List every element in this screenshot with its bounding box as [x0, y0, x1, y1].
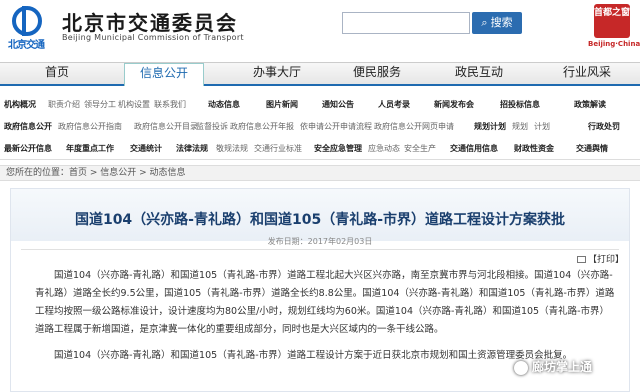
subnav-link[interactable]: 图片新闻	[266, 99, 298, 110]
subnav-link[interactable]: 交通统计	[130, 143, 162, 154]
subnav-link[interactable]: 联系我们	[154, 99, 186, 110]
subnav-link[interactable]: 职责介绍	[48, 99, 80, 110]
print-button[interactable]: 【打印】	[577, 252, 624, 265]
sub-nav: 机构概况 职责介绍 领导分工 机构设置 联系我们 动态信息 图片新闻 通知公告 …	[0, 90, 640, 160]
main-nav: 首页 信息公开 办事大厅 便民服务 政民互动 行业风采	[0, 62, 640, 86]
nav-public-service[interactable]: 便民服务	[338, 63, 416, 85]
search-button[interactable]: ⌕ 搜索	[472, 12, 522, 34]
subnav-link[interactable]: 行政处罚	[588, 121, 620, 132]
subnav-link[interactable]: 政府信息公开	[4, 121, 52, 132]
nav-industry[interactable]: 行业风采	[548, 63, 626, 85]
subnav-link[interactable]: 计划	[534, 121, 550, 132]
article-date: 发布日期：2017年02月03日	[267, 237, 373, 246]
subnav-link[interactable]: 最新公开信息	[4, 143, 52, 154]
search-input[interactable]	[342, 12, 470, 34]
subnav-link[interactable]: 人员考录	[378, 99, 410, 110]
search-icon: ⌕	[481, 16, 488, 29]
site-subtitle: Beijing Municipal Commission of Transpor…	[62, 33, 244, 42]
nav-service-hall[interactable]: 办事大厅	[238, 63, 316, 85]
subnav-link[interactable]: 安全生产	[404, 143, 436, 154]
search-button-label: 搜索	[490, 16, 513, 29]
subnav-link[interactable]: 规划计划	[474, 121, 506, 132]
subnav-link[interactable]: 招投标信息	[500, 99, 540, 110]
subnav-link[interactable]: 年度重点工作	[66, 143, 114, 154]
divider	[21, 249, 619, 250]
subnav-link[interactable]: 动态信息	[208, 99, 240, 110]
article-paragraph-1: 国道104（兴亦路-青礼路）和国道105（青礼路-市界）道路工程北起大兴区兴亦路…	[35, 270, 615, 335]
logo-text: 北京交通	[8, 40, 45, 51]
subnav-link[interactable]: 财政性资金	[514, 143, 554, 154]
subnav-row-1: 机构概况 职责介绍 领导分工 机构设置 联系我们 动态信息 图片新闻 通知公告 …	[4, 96, 636, 114]
subnav-link[interactable]: 政府信息公开目录	[134, 121, 198, 132]
article-title: 国道104（兴亦路-青礼路）和国道105（青礼路-市界）道路工程设计方案获批	[74, 212, 566, 228]
article-header: 国道104（兴亦路-青礼路）和国道105（青礼路-市界）道路工程设计方案获批	[11, 189, 629, 241]
printer-icon	[577, 256, 586, 263]
subnav-row-3: 最新公开信息 年度重点工作 交通统计 法律法规 敬规法规 交通行业标准 安全应急…	[4, 140, 636, 158]
subnav-link[interactable]: 机构设置	[118, 99, 150, 110]
site-logo[interactable]: 北京交通	[6, 6, 50, 51]
subnav-link[interactable]: 政府信息公开年报	[230, 121, 294, 132]
subnav-link[interactable]: 应急动态	[368, 143, 400, 154]
wechat-watermark: 廊坊掌上通	[514, 358, 592, 375]
subnav-link[interactable]: 交通行业标准	[254, 143, 302, 154]
subnav-link[interactable]: 通知公告	[322, 99, 354, 110]
subnav-link[interactable]: 领导分工	[84, 99, 116, 110]
site-title: 北京市交通委员会	[62, 11, 238, 35]
print-label: 【打印】	[588, 255, 625, 265]
subnav-link[interactable]: 政策解读	[574, 99, 606, 110]
seal-caption: Beijing·China	[588, 40, 640, 48]
subnav-link[interactable]: 敬规法规	[216, 143, 248, 154]
site-header: 北京交通 北京市交通委员会 Beijing Municipal Commissi…	[0, 0, 640, 56]
wechat-icon	[514, 360, 528, 375]
nav-interaction[interactable]: 政民互动	[440, 63, 518, 85]
subnav-link[interactable]: 交通信用信息	[450, 143, 498, 154]
nav-home[interactable]: 首页	[24, 63, 90, 85]
watermark-text: 廊坊掌上通	[532, 360, 593, 374]
capital-window-seal[interactable]: 首都之窗	[594, 4, 630, 38]
breadcrumb: 您所在的位置：首页 > 信息公开 > 动态信息	[0, 165, 640, 181]
subnav-link[interactable]: 政府信息公开指南	[58, 121, 122, 132]
subnav-link[interactable]: 监督投诉	[196, 121, 228, 132]
nav-info-disclosure[interactable]: 信息公开	[124, 63, 204, 86]
subnav-link[interactable]: 安全应急管理	[314, 143, 362, 154]
logo-ring-icon	[12, 6, 42, 36]
subnav-link[interactable]: 法律法规	[176, 143, 208, 154]
subnav-link[interactable]: 机构概况	[4, 99, 36, 110]
subnav-link[interactable]: 政府信息公开网页申请	[374, 121, 454, 132]
subnav-row-2: 政府信息公开 政府信息公开指南 政府信息公开目录 监督投诉 政府信息公开年报 依…	[4, 118, 636, 136]
subnav-link[interactable]: 依申请公开申请流程	[300, 121, 372, 132]
subnav-link[interactable]: 新闻发布会	[434, 99, 474, 110]
subnav-link[interactable]: 交通舆情	[576, 143, 608, 154]
subnav-link[interactable]: 规划	[512, 121, 528, 132]
